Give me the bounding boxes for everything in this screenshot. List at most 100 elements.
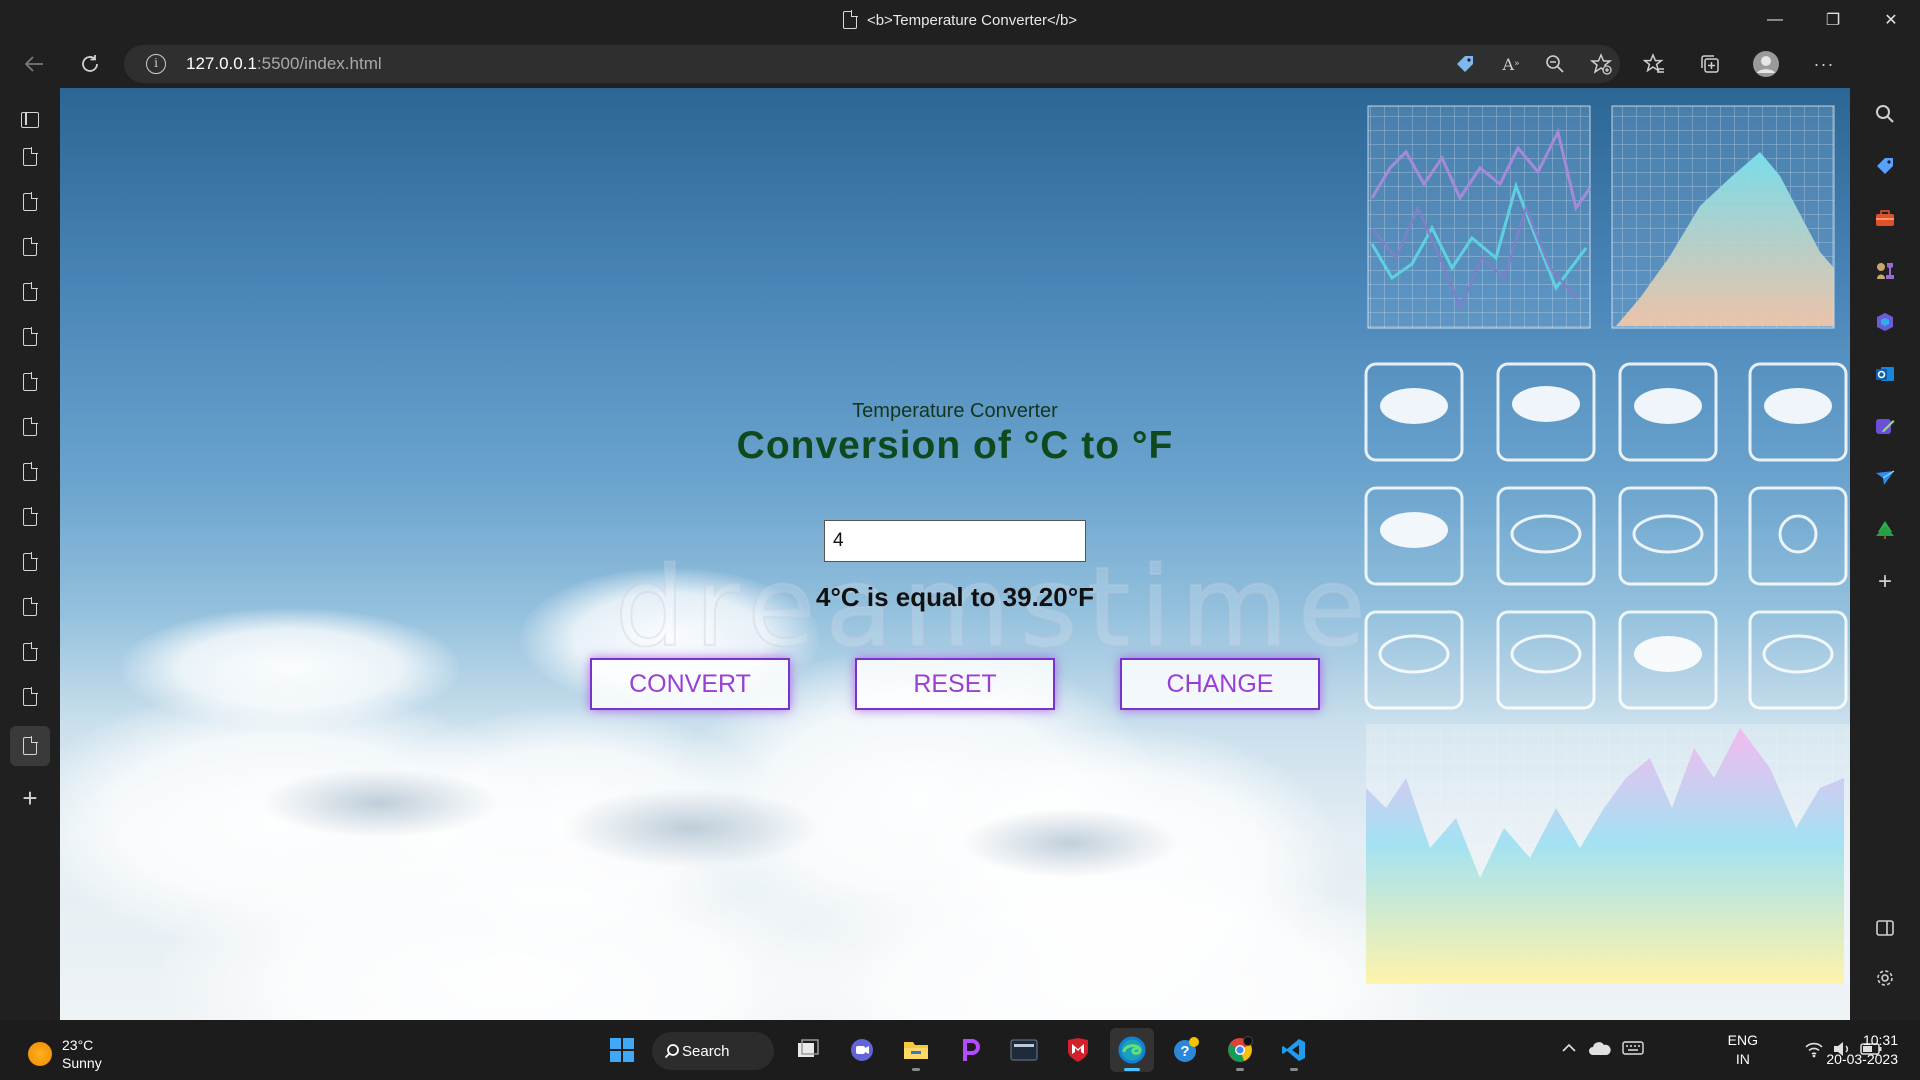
- sidebar-add-button[interactable]: +: [1867, 564, 1903, 600]
- reset-button[interactable]: RESET: [855, 658, 1055, 710]
- convert-button[interactable]: CONVERT: [590, 658, 790, 710]
- sidebar-send-button[interactable]: [1867, 460, 1903, 496]
- shopping-tag-icon: [1877, 158, 1893, 174]
- file-explorer-button[interactable]: [894, 1028, 938, 1072]
- chrome-button[interactable]: [1218, 1028, 1262, 1072]
- input-language-button[interactable]: ENG IN: [1728, 1031, 1758, 1069]
- restore-button[interactable]: ❐: [1804, 0, 1862, 40]
- svg-text:?: ?: [1180, 1043, 1189, 1060]
- page-subtitle: Temperature Converter: [852, 400, 1058, 422]
- onedrive-button[interactable]: [1588, 1040, 1612, 1061]
- show-hidden-icons-button[interactable]: [1560, 1039, 1580, 1059]
- sidebar-outlook-button[interactable]: [1867, 356, 1903, 392]
- vertical-tab[interactable]: [10, 677, 50, 717]
- sidebar-settings-button[interactable]: [1867, 960, 1903, 996]
- vscode-button[interactable]: [1272, 1028, 1316, 1072]
- chess-piece-icon: [1877, 263, 1894, 279]
- chat-icon: [851, 1039, 873, 1061]
- teams-chat-button[interactable]: [840, 1028, 884, 1072]
- sidebar-shopping-button[interactable]: [1867, 148, 1903, 184]
- sidebar-tools-button[interactable]: [1867, 200, 1903, 236]
- zoom-out-icon[interactable]: [1544, 53, 1566, 75]
- more-icon[interactable]: ···: [1806, 46, 1842, 82]
- picsart-button[interactable]: [948, 1028, 992, 1072]
- vertical-tab[interactable]: [10, 362, 50, 402]
- vertical-tab[interactable]: [10, 407, 50, 447]
- tab-actions-menu[interactable]: [10, 100, 50, 140]
- read-aloud-icon[interactable]: A»: [1500, 53, 1522, 75]
- edge-icon: [1118, 1036, 1146, 1064]
- page-icon: [23, 417, 38, 436]
- clock[interactable]: 10:31 20-03-2023: [1826, 1031, 1898, 1069]
- address-bar[interactable]: i 127.0.0.1:5500/index.html A»: [124, 45, 1620, 83]
- office-icon: [1877, 313, 1893, 331]
- page-icon: [23, 462, 38, 481]
- sidebar-games-button[interactable]: [1867, 252, 1903, 288]
- favorites-button[interactable]: [1636, 46, 1672, 82]
- page-icon: [23, 372, 38, 391]
- vertical-tab[interactable]: [10, 272, 50, 312]
- sidebar-panel-icon: [1876, 920, 1894, 936]
- running-indicator: [1124, 1068, 1140, 1071]
- profile-icon: [1753, 51, 1779, 77]
- sidebar-designer-button[interactable]: [1867, 408, 1903, 444]
- celsius-input[interactable]: [824, 520, 1086, 562]
- help-app-button[interactable]: ?: [1164, 1028, 1208, 1072]
- weather-condition: Sunny: [62, 1055, 102, 1071]
- vertical-tab[interactable]: [10, 137, 50, 177]
- sidebar-microsoft365-button[interactable]: [1867, 304, 1903, 340]
- add-favorite-icon[interactable]: [1590, 53, 1612, 75]
- minimize-button[interactable]: —: [1746, 0, 1804, 40]
- page-icon: [23, 597, 38, 616]
- mcafee-button[interactable]: [1056, 1028, 1100, 1072]
- window-title: <b>Temperature Converter</b>: [0, 0, 1920, 40]
- start-button[interactable]: [600, 1028, 644, 1072]
- title-bar: <b>Temperature Converter</b> — ❐ ✕: [0, 0, 1920, 40]
- taskbar-search[interactable]: Search: [652, 1032, 774, 1070]
- edge-button[interactable]: [1110, 1028, 1154, 1072]
- chevron-up-icon: [1562, 1043, 1576, 1052]
- site-info-icon[interactable]: i: [146, 54, 166, 74]
- task-view-button[interactable]: [786, 1028, 830, 1072]
- wifi-icon: [1805, 1042, 1823, 1058]
- vertical-tab[interactable]: [10, 497, 50, 537]
- page-icon: [23, 192, 38, 211]
- back-button[interactable]: [16, 46, 52, 82]
- new-tab-button[interactable]: +: [10, 778, 50, 818]
- page-icon: [23, 282, 38, 301]
- vertical-tab[interactable]: [10, 542, 50, 582]
- right-sidebar: +: [1850, 40, 1920, 1020]
- sidebar-tree-button[interactable]: [1867, 512, 1903, 548]
- hide-sidebar-button[interactable]: [1867, 910, 1903, 946]
- converter-app: Temperature Converter Conversion of °C t…: [60, 88, 1850, 1020]
- vertical-tab[interactable]: [10, 227, 50, 267]
- sidebar-search-button[interactable]: [1867, 96, 1903, 132]
- vertical-tab[interactable]: [10, 632, 50, 672]
- weather-widget[interactable]: 23°C Sunny: [28, 1036, 102, 1072]
- running-indicator: [1236, 1068, 1244, 1071]
- page-icon: [842, 10, 858, 29]
- web-page: dreamstime Temperature Converter Convers…: [60, 88, 1850, 1020]
- tag-icon[interactable]: [1454, 53, 1476, 75]
- touch-keyboard-button[interactable]: [1622, 1040, 1644, 1061]
- refresh-button[interactable]: [72, 46, 108, 82]
- running-indicator: [912, 1068, 920, 1071]
- onedrive-cloud-icon: [1589, 1042, 1611, 1055]
- change-button[interactable]: CHANGE: [1120, 658, 1320, 710]
- close-button[interactable]: ✕: [1862, 0, 1920, 40]
- vertical-tabs: +: [0, 88, 60, 1020]
- vertical-tab-active[interactable]: [10, 726, 50, 766]
- vertical-tab[interactable]: [10, 452, 50, 492]
- vertical-tab[interactable]: [10, 182, 50, 222]
- terminal-app-button[interactable]: [1002, 1028, 1046, 1072]
- vertical-tab[interactable]: [10, 317, 50, 357]
- refresh-icon: [82, 55, 98, 72]
- page-icon: [23, 552, 38, 571]
- url-text[interactable]: 127.0.0.1:5500/index.html: [186, 54, 382, 74]
- vertical-tab[interactable]: [10, 587, 50, 627]
- profile-button[interactable]: [1748, 46, 1784, 82]
- search-icon: [664, 1044, 679, 1059]
- toolbox-icon: [1876, 210, 1894, 226]
- url-path: :5500/index.html: [256, 54, 382, 73]
- collections-button[interactable]: [1692, 46, 1728, 82]
